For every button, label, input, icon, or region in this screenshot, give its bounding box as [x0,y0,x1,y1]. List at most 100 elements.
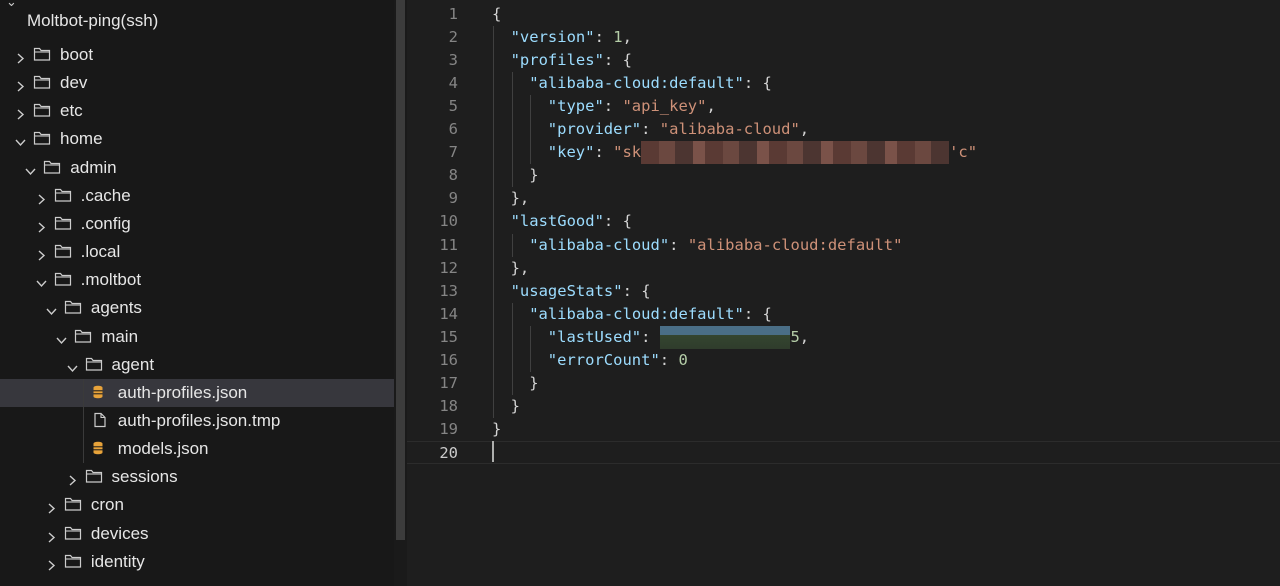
tree-item-sessions[interactable]: sessions [0,463,394,491]
json-key: "usageStats" [510,281,623,300]
json-key: "version" [510,28,595,47]
tree-item-etc[interactable]: etc [0,97,394,125]
code-line[interactable]: 5 "type": "api_key", [407,95,1280,118]
code-line[interactable]: 12}, [407,257,1280,280]
chevron-right-icon[interactable] [46,528,57,543]
tree-item-config[interactable]: .config [0,210,394,238]
sidebar-scrollbar-thumb[interactable] [396,0,405,540]
json-string: "api_key" [622,97,707,116]
indent-guide [493,26,494,418]
json-punctuation: : [669,235,688,254]
code-line[interactable]: 19} [407,418,1280,441]
collapsed-section-header[interactable]: ⌄ [0,0,394,8]
code-line[interactable]: 2 "version": 1, [407,26,1280,49]
code-text: } [529,372,538,395]
tree-item-dev[interactable]: dev [0,69,394,97]
code-line[interactable]: 20 [407,440,1280,464]
code-line[interactable]: 6 "provider": "alibaba-cloud", [407,118,1280,141]
tree-item-label: dev [60,73,88,93]
tree-item-agent[interactable]: agent [0,351,394,379]
tree-item-models-json[interactable]: models.json [0,435,394,463]
tree-item-label: devices [90,523,149,543]
line-number: 12 [439,258,458,277]
json-key: "type" [547,97,604,116]
code-line[interactable]: 8} [407,164,1280,187]
json-punctuation: , [799,120,810,139]
chevron-down-icon[interactable] [66,359,78,372]
explorer-root-title[interactable]: Moltbot-ping(ssh) [27,11,158,31]
tree-item-label: .moltbot [80,270,142,290]
folder-icon [85,468,103,484]
json-punctuation: , [799,327,810,346]
folder-icon [74,328,92,344]
chevron-right-icon[interactable] [15,77,26,92]
tree-item-main[interactable]: main [0,323,394,351]
chevron-right-icon[interactable] [46,556,57,571]
chevron-right-icon[interactable] [36,218,47,233]
line-number: 15 [439,327,458,346]
line-number: 4 [448,74,458,93]
tree-item-cache[interactable]: .cache [0,182,394,210]
code-line[interactable]: 4 "alibaba-cloud:default": { [407,72,1280,95]
tree-item-label: home [60,129,103,149]
line-number: 6 [448,120,458,139]
code-line[interactable]: 15 "lastUsed": 5, [407,325,1280,349]
folder-icon [85,356,103,372]
tree-item-label: boot [60,45,94,64]
json-string: "alibaba-cloud" [659,120,800,139]
code-line[interactable]: 18} [407,395,1280,418]
code-line[interactable]: 17} [407,372,1280,395]
code-line[interactable]: 10 "lastGood": { [407,210,1280,233]
tree-item-boot[interactable]: boot [0,41,394,69]
tree-item-home[interactable]: home [0,125,394,153]
chevron-down-icon[interactable] [46,302,57,316]
tree-item-cron[interactable]: cron [0,491,394,519]
code-text: } [529,164,538,187]
folder-icon [33,130,51,146]
sidebar-scrollbar[interactable] [394,0,407,586]
code-line[interactable]: 9}, [407,187,1280,210]
chevron-right-icon[interactable] [15,49,26,64]
json-punctuation: } [529,166,539,185]
chevron-down-icon[interactable] [15,133,26,147]
tree-item-moltbot[interactable]: .moltbot [0,266,394,294]
code-text: } [511,395,520,418]
line-number: 11 [439,235,458,254]
code-text: "alibaba-cloud": "alibaba-cloud:default" [529,234,902,257]
code-line[interactable]: 7 "key": "sk 'c" [407,141,1280,165]
tree-item-devices[interactable]: devices [0,520,394,548]
json-string: "sk [613,143,642,162]
folder-icon [54,271,72,287]
json-punctuation: : { [743,304,772,323]
tree-item-label: agents [90,298,142,318]
tree-item-agents[interactable]: agents [0,294,394,322]
code-line[interactable]: 13 "usageStats": { [407,280,1280,303]
code-editor[interactable]: 1{2 "version": 1, 3 "profiles": {4 "alibaba-… [407,0,1280,586]
indent-guide [511,302,513,395]
code-line[interactable]: 16 "errorCount": 0 [407,349,1280,372]
tree-item-admin[interactable]: admin [0,154,394,182]
json-punctuation: : [594,143,614,162]
code-line[interactable]: 14 "alibaba-cloud:default": { [407,303,1280,326]
folder-icon [43,159,61,175]
tree-item-local[interactable]: .local [0,238,394,266]
line-number: 2 [448,28,458,47]
code-line[interactable]: 11 "alibaba-cloud": "alibaba-cloud:defaul… [407,234,1280,257]
tree-item-auth-profiles-json[interactable]: auth-profiles.json [0,378,394,407]
folder-icon [54,215,72,231]
chevron-right-icon[interactable] [46,499,57,514]
tree-item-identity[interactable]: identity [0,548,394,576]
file-icon [91,412,109,428]
chevron-right-icon[interactable] [36,246,47,261]
chevron-right-icon[interactable] [67,471,78,486]
chevron-down-icon[interactable] [56,331,67,344]
chevron-right-icon[interactable] [15,105,26,120]
code-line[interactable]: 3 "profiles": { [407,49,1280,72]
code-line[interactable]: 1{ [407,3,1280,26]
chevron-down-icon[interactable] [25,162,36,175]
line-number: 18 [439,396,458,415]
tree-item-auth-profiles-json-tmp[interactable]: auth-profiles.json.tmp [0,407,394,435]
json-key: "alibaba-cloud:default" [529,304,744,323]
chevron-down-icon[interactable] [36,274,47,288]
chevron-right-icon[interactable] [36,190,47,205]
